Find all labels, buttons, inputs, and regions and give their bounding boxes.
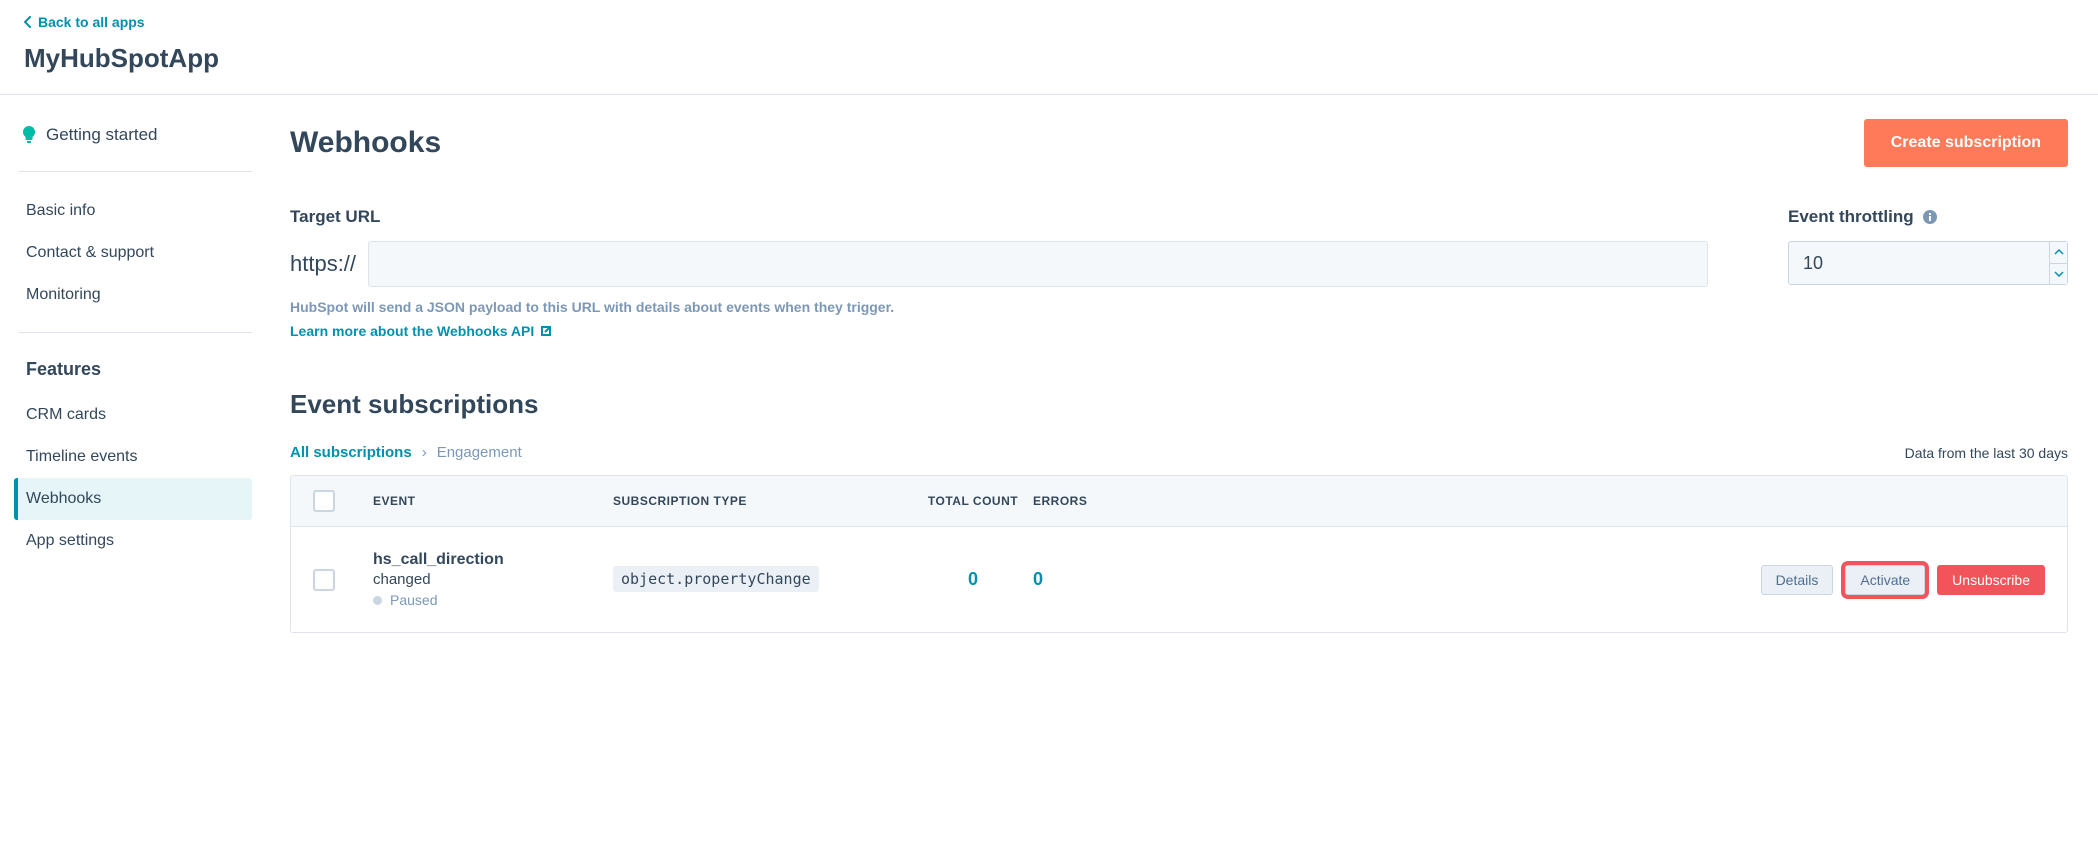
sidebar-item-app-settings[interactable]: App settings [18,520,252,562]
create-subscription-button[interactable]: Create subscription [1864,119,2068,167]
sidebar-item-contact-support[interactable]: Contact & support [18,232,252,274]
target-url-label: Target URL [290,207,1708,227]
sidebar-item-webhooks[interactable]: Webhooks [14,478,252,520]
errors-value[interactable]: 0 [1033,569,1043,589]
throttle-label-text: Event throttling [1788,207,1914,227]
throttle-decrement-button[interactable] [2050,264,2067,285]
event-name: hs_call_direction [373,551,613,569]
table-row: hs_call_direction changed Paused object.… [291,527,2067,632]
info-icon[interactable] [1922,209,1938,225]
sidebar-getting-started[interactable]: Getting started [18,119,252,172]
throttle-input[interactable] [1788,241,2050,285]
app-name: MyHubSpotApp [24,43,2074,74]
main-content: Webhooks Create subscription Target URL … [262,95,2098,673]
column-count: TOTAL COUNT [913,494,1033,508]
back-to-apps-link[interactable]: Back to all apps [24,14,145,30]
sidebar: Getting started Basic info Contact & sup… [0,95,262,673]
breadcrumb: All subscriptions › Engagement [290,444,522,461]
chevron-down-icon [2054,271,2064,277]
chevron-right-icon: › [422,444,427,461]
event-status: Paused [390,592,437,608]
learn-more-link[interactable]: Learn more about the Webhooks API [290,323,552,339]
sidebar-item-monitoring[interactable]: Monitoring [18,274,252,316]
url-prefix: https:// [290,251,356,277]
sidebar-item-timeline-events[interactable]: Timeline events [18,436,252,478]
sidebar-item-crm-cards[interactable]: CRM cards [18,394,252,436]
event-subtype: changed [373,571,613,588]
target-url-input[interactable] [368,241,1708,287]
lightbulb-icon [22,126,36,144]
breadcrumb-root[interactable]: All subscriptions [290,444,412,461]
column-type: SUBSCRIPTION TYPE [613,494,913,508]
activate-button[interactable]: Activate [1845,565,1925,595]
status-dot-icon [373,596,382,605]
external-link-icon [540,325,552,337]
column-event: EVENT [373,494,613,508]
throttle-label: Event throttling [1788,207,2068,227]
chevron-up-icon [2054,249,2064,255]
sidebar-separator [18,332,252,333]
row-checkbox[interactable] [313,569,335,591]
subscriptions-table: EVENT SUBSCRIPTION TYPE TOTAL COUNT ERRO… [290,475,2068,633]
details-button[interactable]: Details [1761,565,1834,595]
unsubscribe-button[interactable]: Unsubscribe [1937,565,2045,595]
data-range-label: Data from the last 30 days [1905,445,2068,461]
sidebar-item-basic-info[interactable]: Basic info [18,190,252,232]
back-label: Back to all apps [38,14,145,30]
breadcrumb-current: Engagement [437,444,522,461]
getting-started-label: Getting started [46,125,158,145]
chevron-left-icon [24,16,32,28]
subscription-type-code: object.propertyChange [613,566,819,592]
page-title: Webhooks [290,126,441,160]
learn-more-label: Learn more about the Webhooks API [290,323,534,339]
total-count-value[interactable]: 0 [968,569,978,589]
event-subscriptions-heading: Event subscriptions [290,389,2068,420]
column-errors: ERRORS [1033,494,1173,508]
select-all-checkbox[interactable] [313,490,335,512]
throttle-increment-button[interactable] [2050,242,2067,264]
sidebar-features-heading: Features [18,351,252,394]
target-url-helper: HubSpot will send a JSON payload to this… [290,299,1708,315]
